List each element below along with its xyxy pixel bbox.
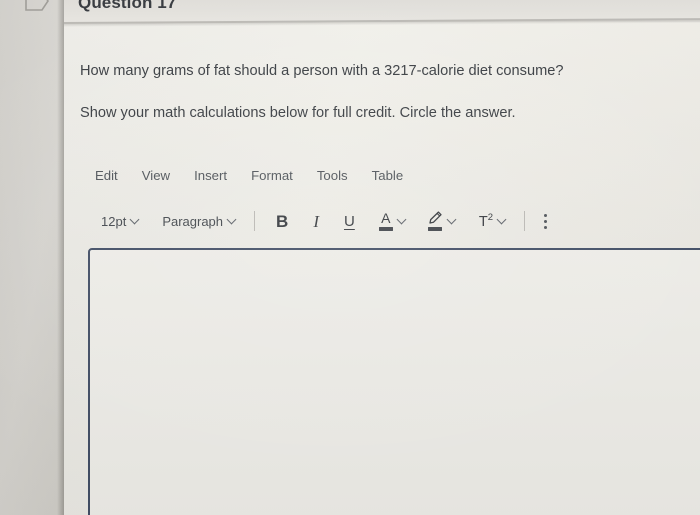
highlighter-pen-icon	[427, 211, 443, 231]
menu-item-table[interactable]: Table	[372, 168, 404, 183]
text-color-swatch	[378, 227, 393, 231]
chevron-down-icon	[131, 216, 140, 225]
question-line-2: Show your math calculations below for fu…	[80, 105, 516, 121]
bold-icon: B	[276, 211, 289, 231]
underline-button[interactable]: U	[338, 208, 361, 234]
menu-item-edit[interactable]: Edit	[95, 168, 118, 183]
chevron-down-icon[interactable]	[498, 216, 507, 225]
toolbar-divider	[523, 211, 525, 231]
menu-item-view[interactable]: View	[142, 168, 170, 183]
block-format-dropdown[interactable]: Paragraph	[156, 208, 243, 234]
text-color-letter: A	[381, 210, 391, 226]
superscript-icon: T2	[479, 213, 493, 229]
kebab-dot	[543, 213, 547, 217]
chevron-down-icon[interactable]	[398, 216, 407, 225]
editor-toolbar: 12pt Paragraph B I U A T2	[95, 207, 555, 235]
italic-icon: I	[313, 211, 319, 231]
menu-item-insert[interactable]: Insert	[194, 168, 227, 183]
page-left-gutter	[0, 0, 64, 515]
highlight-color-button[interactable]	[421, 208, 463, 234]
italic-button[interactable]: I	[304, 208, 328, 234]
screenshot-root: Question 17 How many grams of fat should…	[0, 0, 700, 515]
text-color-button[interactable]: A	[373, 208, 413, 234]
text-color-icon: A	[378, 210, 393, 231]
font-size-value: 12pt	[101, 213, 127, 229]
page-fold-shadow	[57, 0, 64, 515]
question-line-1: How many grams of fat should a person wi…	[80, 63, 564, 79]
question-text: How many grams of fat should a person wi…	[80, 60, 680, 144]
superscript-base: T	[478, 213, 488, 230]
pen-glyph	[429, 211, 442, 224]
kebab-dot	[543, 219, 547, 223]
superscript-button[interactable]: T2	[473, 208, 513, 234]
bookmark-outline-icon	[24, 0, 50, 11]
editor-menubar: Edit View Insert Format Tools Table	[95, 168, 403, 183]
answer-editor-textarea[interactable]	[88, 248, 700, 515]
menu-item-format[interactable]: Format	[251, 168, 293, 183]
menu-item-tools[interactable]: Tools	[317, 168, 348, 183]
page-title: Question 17	[78, 0, 177, 12]
bold-button[interactable]: B	[270, 208, 294, 234]
kebab-dot	[543, 225, 547, 229]
underline-icon: U	[343, 212, 355, 230]
kebab-menu-icon[interactable]	[536, 213, 555, 229]
font-size-dropdown[interactable]: 12pt	[95, 208, 146, 234]
chevron-down-icon	[228, 216, 237, 225]
superscript-exponent: 2	[487, 211, 493, 223]
block-format-value: Paragraph	[162, 213, 224, 229]
chevron-down-icon[interactable]	[448, 216, 457, 225]
highlight-color-swatch	[427, 227, 442, 231]
toolbar-divider	[254, 211, 256, 231]
